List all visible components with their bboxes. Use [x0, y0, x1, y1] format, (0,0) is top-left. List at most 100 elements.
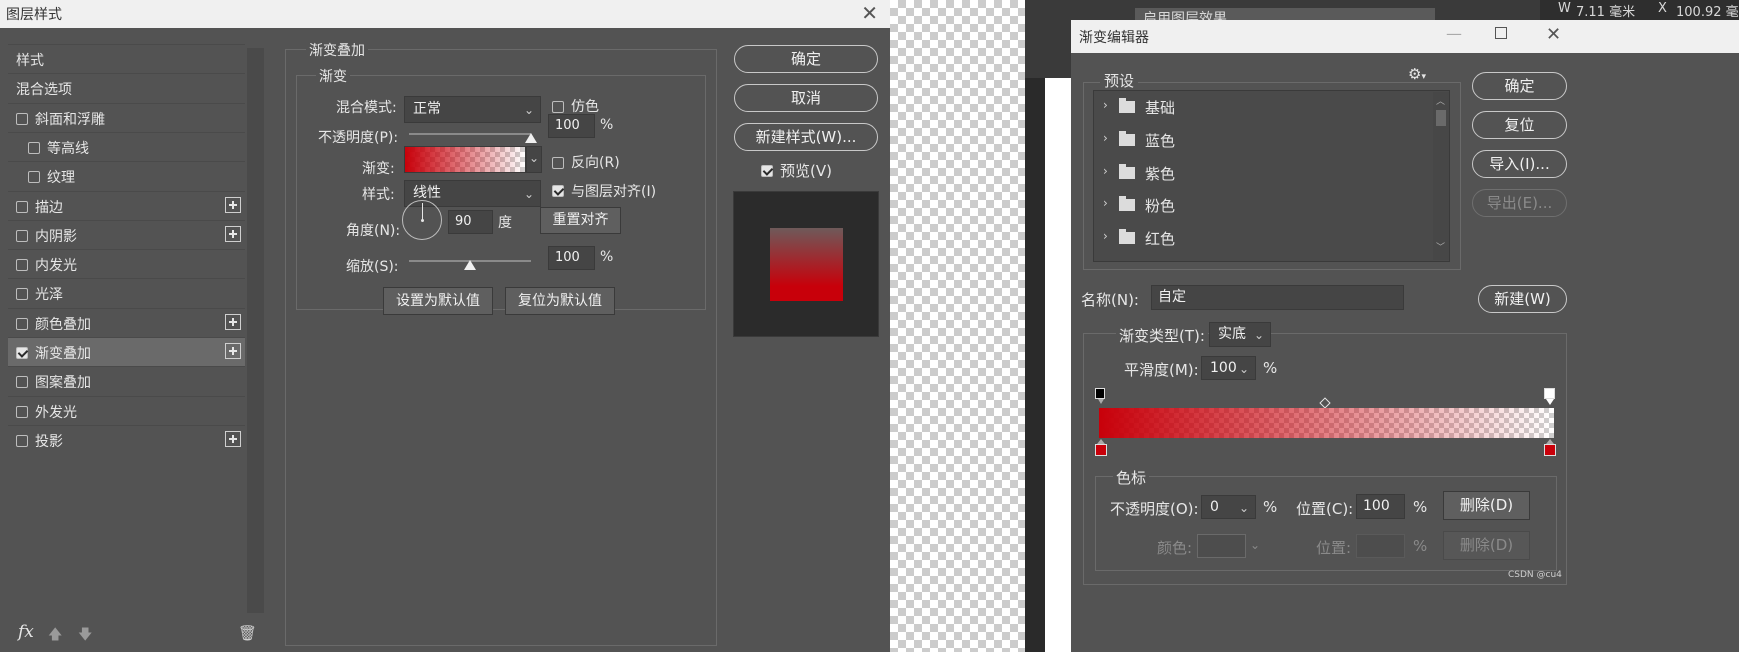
- preset-folder[interactable]: › 粉色: [1097, 189, 1437, 223]
- dither-checkbox[interactable]: [552, 101, 564, 113]
- style-item[interactable]: 颜色叠加: [8, 307, 245, 337]
- style-item-checkbox[interactable]: [16, 347, 28, 359]
- reverse-checkbox[interactable]: [552, 157, 564, 169]
- opacity-slider-thumb[interactable]: [525, 133, 537, 143]
- preset-folder[interactable]: › 基础: [1097, 91, 1437, 124]
- chevron-right-icon[interactable]: ›: [1103, 229, 1108, 243]
- align-with-layer-checkbox[interactable]: [552, 185, 564, 197]
- style-item[interactable]: 光泽: [8, 278, 245, 307]
- angle-input[interactable]: 90: [448, 210, 493, 234]
- style-item[interactable]: 图案叠加: [8, 366, 245, 395]
- opacity-stop-right[interactable]: [1544, 388, 1555, 399]
- gradient-bar[interactable]: [1099, 408, 1554, 438]
- ge-name-input[interactable]: 自定: [1151, 285, 1404, 310]
- ge-opacity-select[interactable]: 0 ⌄: [1201, 495, 1256, 519]
- chevron-right-icon[interactable]: ›: [1103, 164, 1108, 178]
- close-icon[interactable]: ✕: [861, 1, 878, 25]
- style-item-checkbox[interactable]: [16, 434, 28, 447]
- ok-button[interactable]: 确定: [734, 45, 878, 73]
- style-item[interactable]: 外发光: [8, 395, 245, 425]
- chevron-right-icon[interactable]: ›: [1103, 196, 1108, 210]
- opacity-slider-track[interactable]: [409, 133, 531, 135]
- gear-icon[interactable]: ⚙▾: [1408, 65, 1426, 83]
- style-item-checkbox[interactable]: [16, 200, 28, 213]
- style-item-checkbox[interactable]: [28, 171, 40, 184]
- fx-icon[interactable]: fx: [18, 622, 34, 642]
- presets-scrollbar[interactable]: ︿ ﹀: [1433, 92, 1449, 260]
- styles-scrollbar[interactable]: [247, 48, 264, 613]
- style-item-checkbox[interactable]: [16, 288, 28, 301]
- preset-folder[interactable]: › 蓝色: [1097, 124, 1437, 157]
- chevron-up-icon[interactable]: ︿: [1436, 94, 1445, 107]
- set-as-default-button[interactable]: 设置为默认值: [383, 287, 493, 315]
- style-item[interactable]: 斜面和浮雕: [8, 102, 245, 132]
- style-item[interactable]: 投影: [8, 424, 245, 454]
- ge-delete2-button[interactable]: 删除(D): [1443, 531, 1530, 560]
- move-down-icon[interactable]: 🡇: [78, 624, 92, 648]
- ge-type-select[interactable]: 实底 ⌄: [1209, 322, 1271, 347]
- w-value[interactable]: 7.11 毫米: [1576, 1, 1635, 20]
- style-item-checkbox[interactable]: [16, 259, 28, 272]
- add-icon[interactable]: [225, 430, 241, 447]
- style-item-checkbox[interactable]: [16, 405, 28, 418]
- ge-ok-button[interactable]: 确定: [1472, 72, 1567, 100]
- add-icon[interactable]: [225, 196, 241, 213]
- scrollbar-thumb[interactable]: [1436, 110, 1446, 126]
- style-item[interactable]: 内阴影: [8, 219, 245, 249]
- preview-checkbox[interactable]: [761, 165, 773, 177]
- trash-icon[interactable]: 🗑: [238, 624, 257, 642]
- add-icon[interactable]: [225, 343, 241, 359]
- scale-input[interactable]: 100: [548, 246, 595, 270]
- new-style-button[interactable]: 新建样式(W)...: [734, 123, 878, 151]
- ge-import-button[interactable]: 导入(I)...: [1472, 150, 1567, 178]
- style-item-checkbox[interactable]: [16, 229, 28, 242]
- preset-folder[interactable]: › 红色: [1097, 222, 1437, 256]
- reset-to-default-button[interactable]: 复位为默认值: [505, 287, 615, 315]
- ge-reset-button[interactable]: 复位: [1472, 111, 1567, 139]
- scale-slider-thumb[interactable]: [464, 260, 476, 270]
- reset-alignment-button[interactable]: 重置对齐: [540, 207, 621, 234]
- style-item-checkbox[interactable]: [28, 141, 40, 154]
- angle-dial[interactable]: [402, 200, 442, 240]
- x-value[interactable]: 100.92 毫: [1676, 1, 1739, 20]
- style-item[interactable]: 渐变叠加: [8, 337, 245, 366]
- maximize-icon[interactable]: [1495, 27, 1507, 39]
- ge-smoothness-select[interactable]: 100 ⌄: [1201, 356, 1256, 380]
- preset-folder[interactable]: › 紫色: [1097, 157, 1437, 190]
- style-item[interactable]: 内发光: [8, 249, 245, 278]
- chevron-right-icon[interactable]: ›: [1103, 131, 1108, 145]
- style-item[interactable]: 等高线: [8, 131, 245, 161]
- blend-mode-select[interactable]: 正常 ⌄: [404, 96, 541, 123]
- color-stop-left[interactable]: [1095, 444, 1107, 456]
- ge-new-button[interactable]: 新建(W): [1478, 285, 1567, 313]
- close-icon[interactable]: ✕: [1546, 24, 1561, 45]
- style-item[interactable]: 纹理: [8, 161, 245, 190]
- gradient-swatch[interactable]: [404, 146, 526, 173]
- cancel-button[interactable]: 取消: [734, 84, 878, 112]
- color-stop-right[interactable]: [1544, 444, 1556, 456]
- ge-position2-label: 位置:: [1316, 539, 1352, 557]
- chevron-right-icon[interactable]: ›: [1103, 98, 1108, 112]
- ge-color-swatch[interactable]: [1197, 534, 1246, 558]
- style-item[interactable]: 描边: [8, 190, 245, 220]
- ge-delete-button[interactable]: 删除(D): [1443, 491, 1530, 520]
- ge-position2-input[interactable]: [1356, 534, 1405, 558]
- move-up-icon[interactable]: 🡅: [48, 624, 62, 648]
- style-item[interactable]: 混合选项: [8, 73, 245, 102]
- style-item-checkbox[interactable]: [16, 317, 28, 330]
- ge-position-input[interactable]: 100: [1356, 494, 1405, 519]
- add-icon[interactable]: [225, 313, 241, 330]
- chevron-down-icon[interactable]: ﹀: [1436, 240, 1445, 253]
- opacity-input[interactable]: 100: [548, 114, 595, 138]
- blend-mode-value: 正常: [413, 101, 441, 117]
- ge-position-label: 位置(C):: [1296, 500, 1354, 518]
- gradient-picker-toggle[interactable]: ⌄: [526, 146, 542, 173]
- minimize-icon[interactable]: —: [1446, 24, 1462, 43]
- style-item-checkbox[interactable]: [16, 376, 28, 389]
- style-item-checkbox[interactable]: [16, 112, 28, 125]
- ge-export-button[interactable]: 导出(E)...: [1472, 189, 1567, 217]
- add-icon[interactable]: [225, 225, 241, 242]
- w-label: W: [1558, 1, 1571, 16]
- opacity-stop-left[interactable]: [1095, 388, 1105, 399]
- style-item[interactable]: 样式: [8, 44, 245, 73]
